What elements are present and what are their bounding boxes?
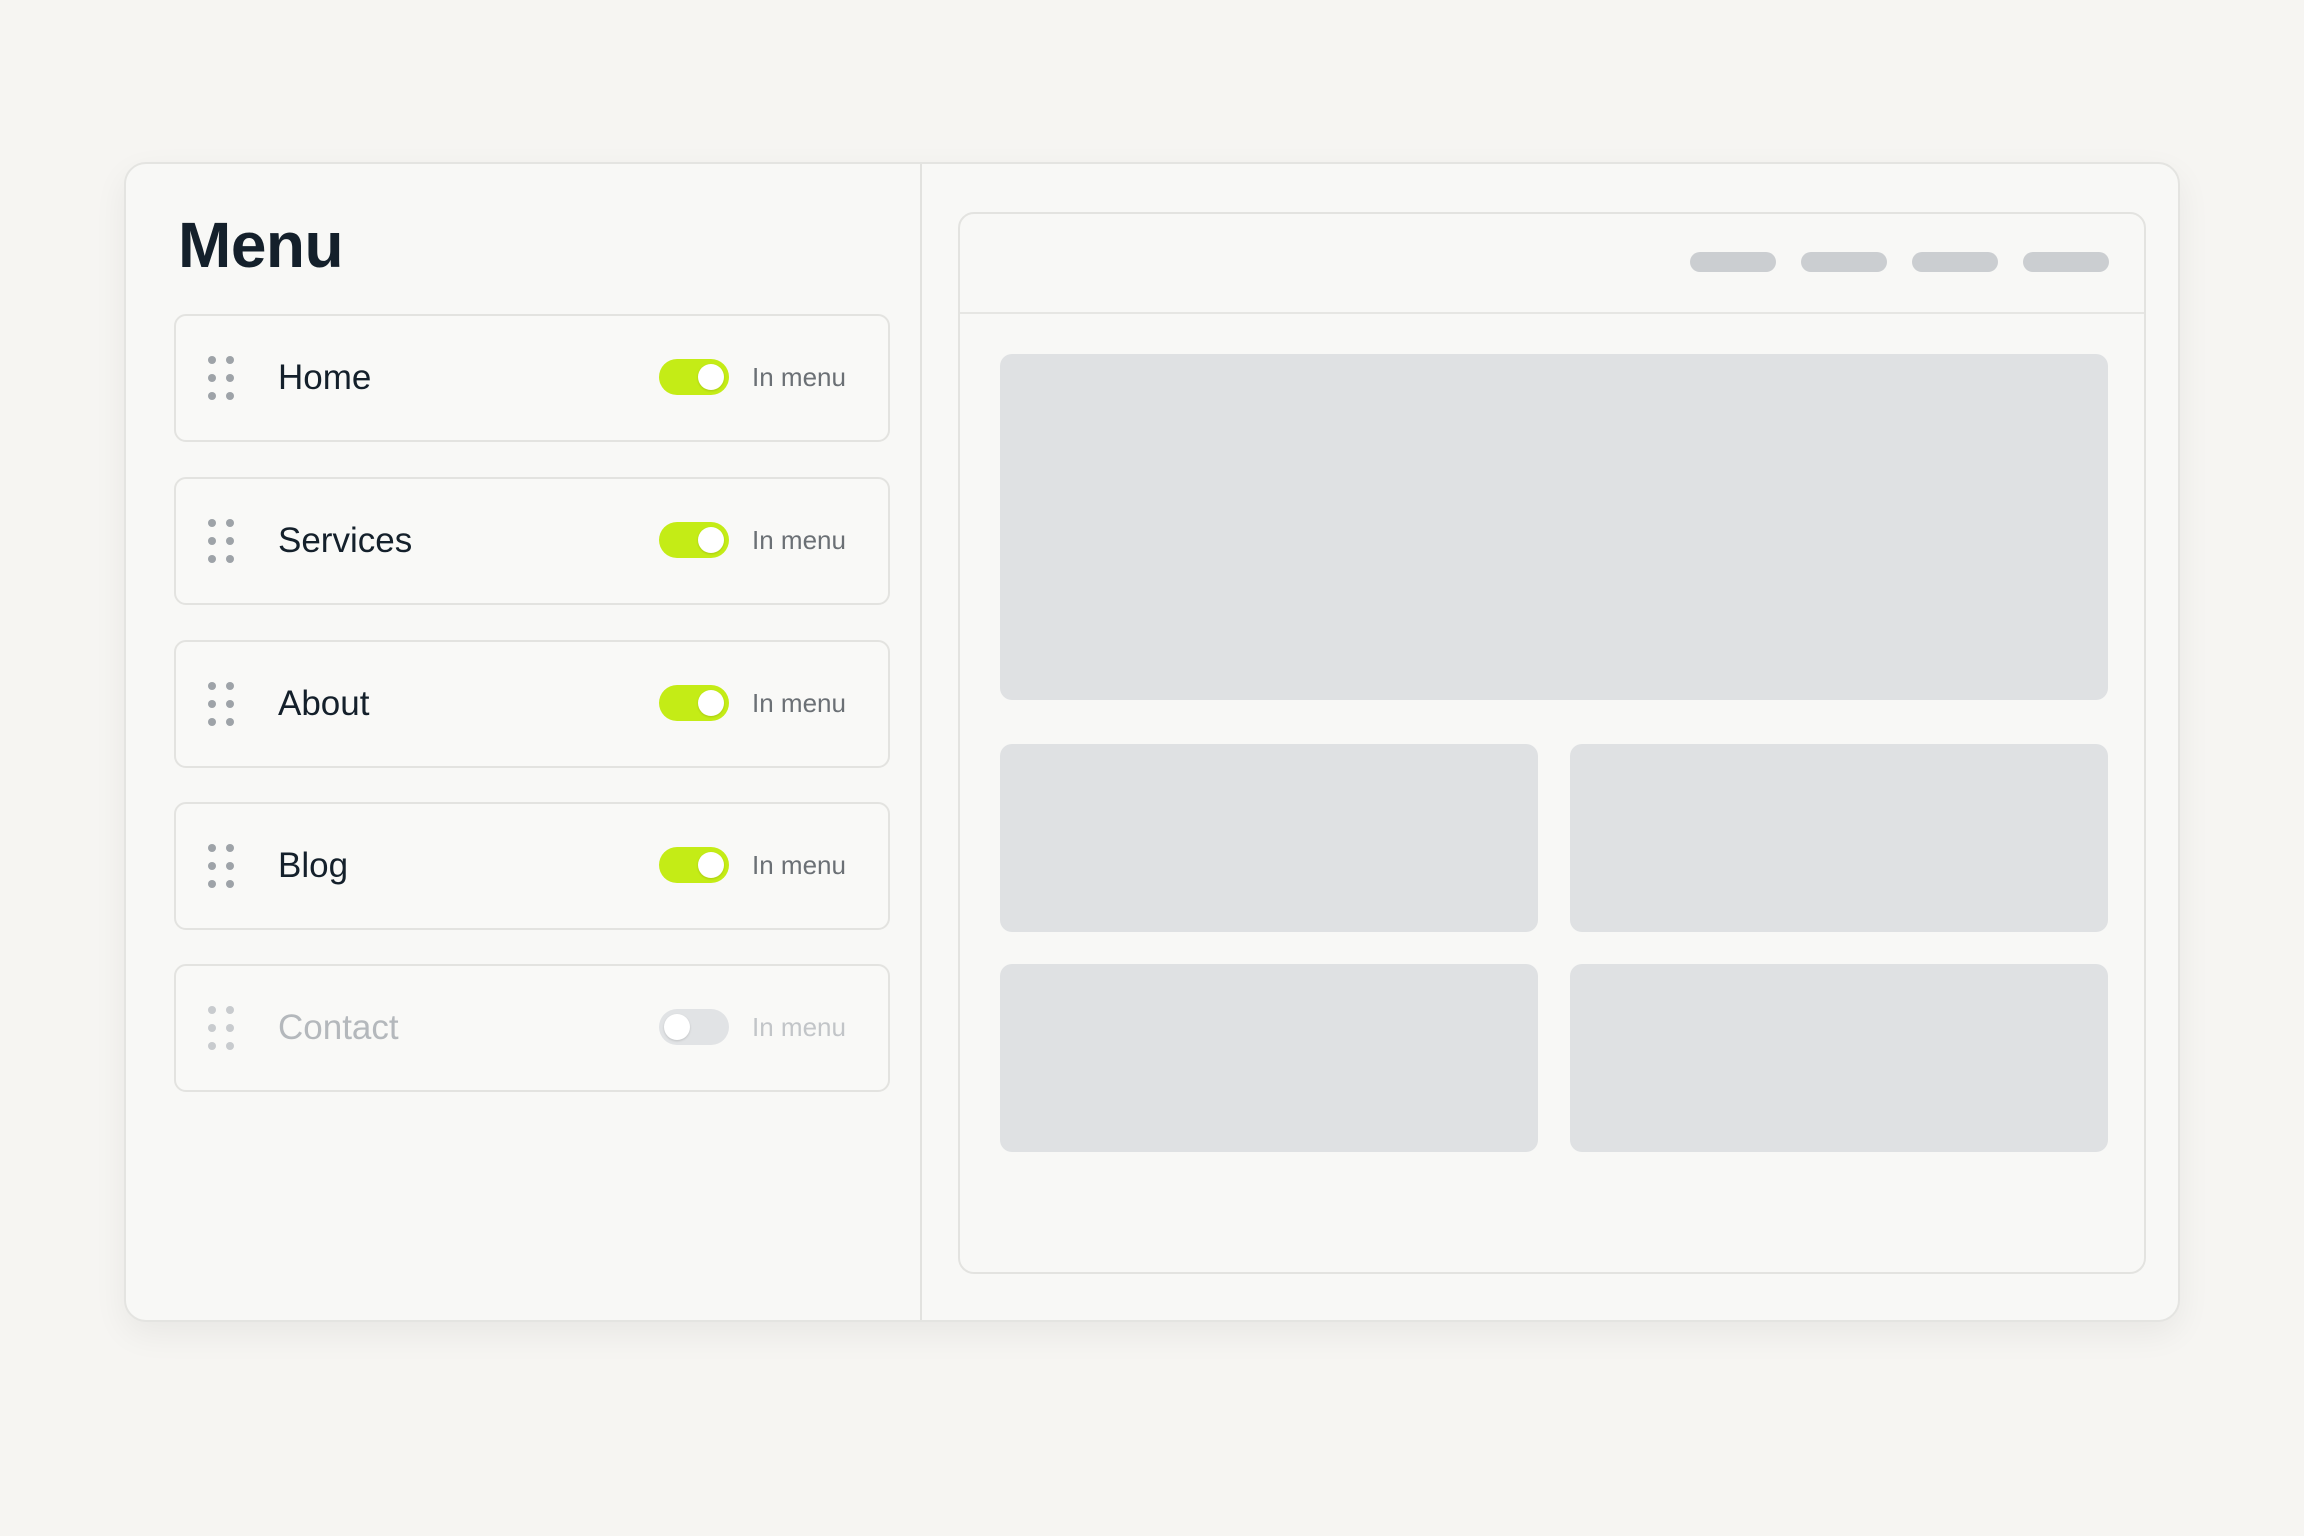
- drag-handle-icon[interactable]: [208, 356, 236, 404]
- in-menu-toggle[interactable]: [659, 685, 729, 721]
- menu-item-label: Blog: [278, 846, 349, 885]
- drag-handle-icon[interactable]: [208, 519, 236, 567]
- in-menu-label: In menu: [752, 362, 846, 392]
- menu-item-label: About: [278, 684, 370, 723]
- toggle-knob: [664, 1014, 690, 1040]
- in-menu-toggle[interactable]: [659, 522, 729, 558]
- in-menu-label: In menu: [752, 1012, 846, 1042]
- toggle-knob: [698, 852, 724, 878]
- in-menu-toggle[interactable]: [659, 359, 729, 395]
- in-menu-label: In menu: [752, 850, 846, 880]
- preview-nav-item: [1801, 252, 1887, 272]
- in-menu-toggle[interactable]: [659, 1009, 729, 1045]
- menu-item-label: Contact: [278, 1008, 399, 1047]
- drag-handle-icon[interactable]: [208, 1006, 236, 1054]
- site-preview: [958, 212, 2146, 1274]
- in-menu-label: In menu: [752, 688, 846, 718]
- menu-item-blog[interactable]: Blog In menu: [174, 802, 890, 930]
- drag-handle-icon[interactable]: [208, 844, 236, 892]
- preview-header: [960, 214, 2144, 314]
- preview-nav-item: [1690, 252, 1776, 272]
- menu-panel: Menu Home In menu Services In menu About…: [126, 164, 922, 1320]
- menu-item-label: Services: [278, 521, 413, 560]
- preview-tile-placeholder: [1570, 964, 2108, 1152]
- menu-item-home[interactable]: Home In menu: [174, 314, 890, 442]
- page-title: Menu: [178, 209, 344, 281]
- toggle-knob: [698, 364, 724, 390]
- preview-hero-placeholder: [1000, 354, 2108, 700]
- preview-nav-item: [2023, 252, 2109, 272]
- menu-editor-card: Menu Home In menu Services In menu About…: [124, 162, 2180, 1322]
- in-menu-toggle[interactable]: [659, 847, 729, 883]
- menu-item-about[interactable]: About In menu: [174, 640, 890, 768]
- preview-tile-placeholder: [1000, 964, 1538, 1152]
- menu-item-contact[interactable]: Contact In menu: [174, 964, 890, 1092]
- preview-nav-item: [1912, 252, 1998, 272]
- preview-tile-placeholder: [1000, 744, 1538, 932]
- menu-item-label: Home: [278, 358, 372, 397]
- drag-handle-icon[interactable]: [208, 682, 236, 730]
- in-menu-label: In menu: [752, 525, 846, 555]
- preview-tile-placeholder: [1570, 744, 2108, 932]
- menu-list: Home In menu Services In menu About In m…: [174, 314, 890, 1127]
- menu-item-services[interactable]: Services In menu: [174, 477, 890, 605]
- toggle-knob: [698, 527, 724, 553]
- toggle-knob: [698, 690, 724, 716]
